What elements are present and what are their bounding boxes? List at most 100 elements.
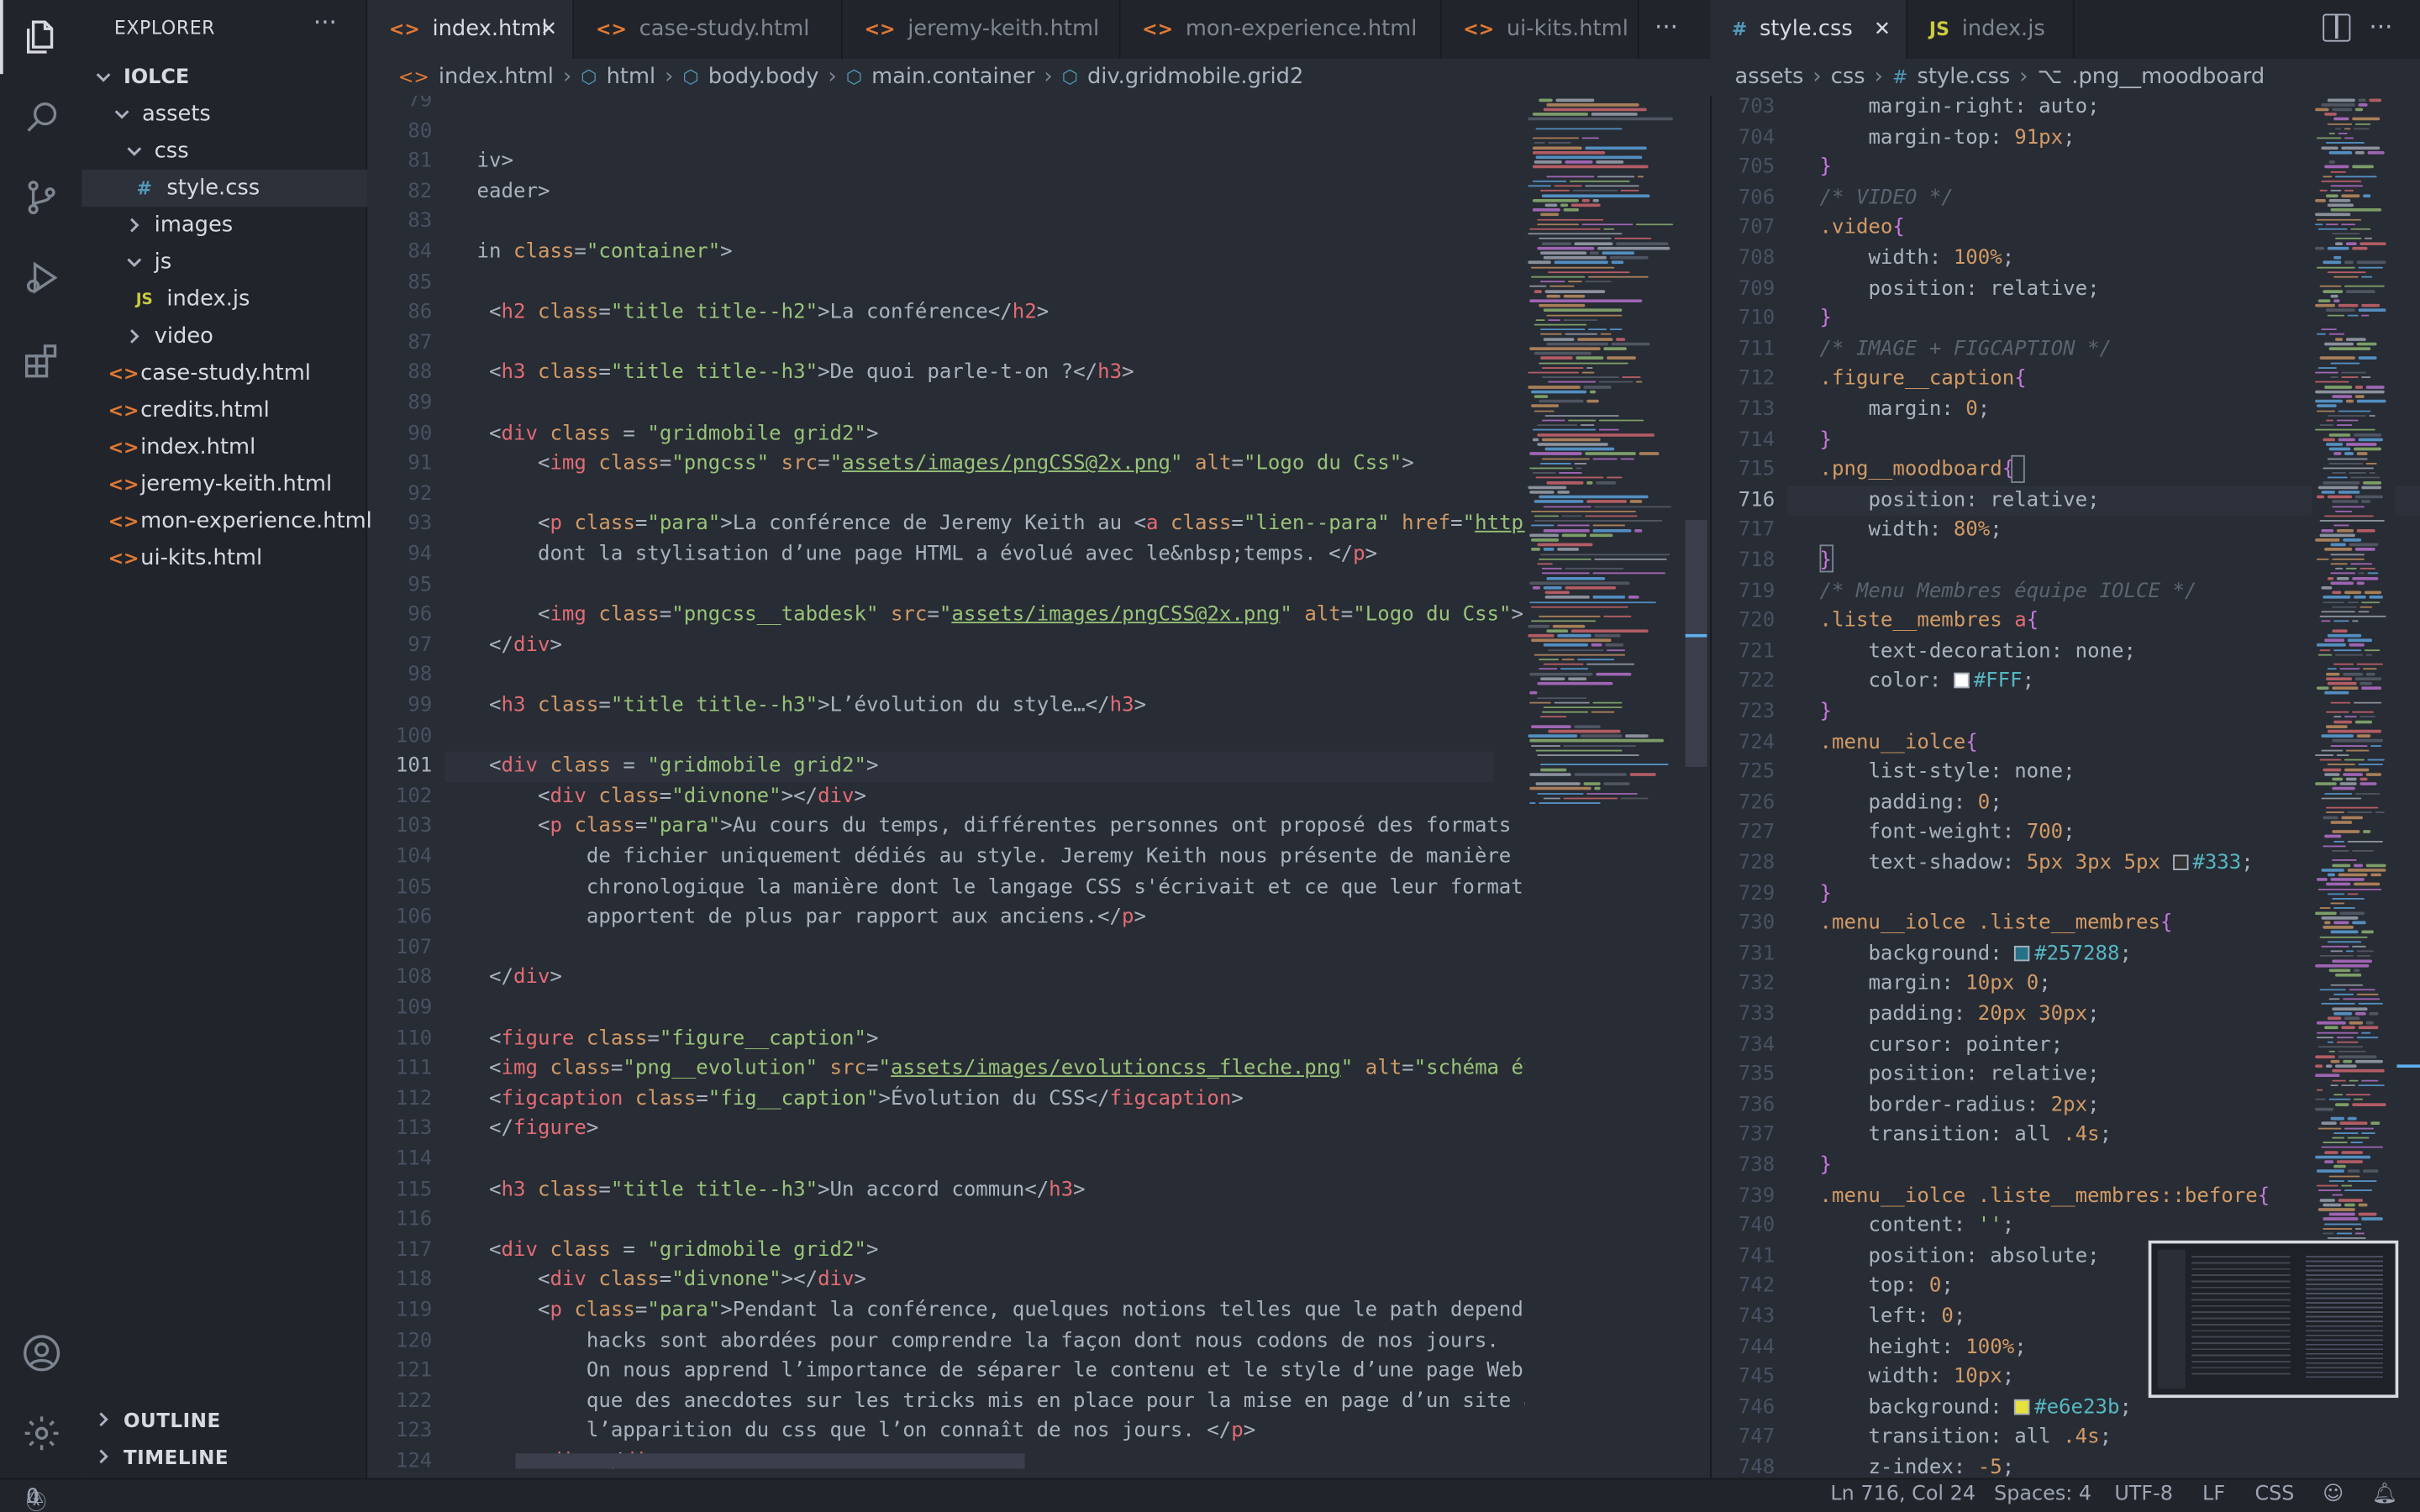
code-line[interactable]: color: #FFF;: [1820, 667, 2034, 697]
tree-item-js[interactable]: js: [82, 244, 367, 281]
code-line[interactable]: </div>: [477, 631, 562, 661]
code-line[interactable]: .menu__iolce .liste__membres::before{: [1820, 1181, 2270, 1211]
code-line[interactable]: On nous apprend l’importance de séparer …: [477, 1357, 1523, 1387]
tree-item-credits-html[interactable]: <> credits.html: [82, 392, 367, 429]
extensions-icon[interactable]: [0, 324, 82, 398]
breadcrumb-item[interactable]: index.html: [439, 65, 554, 89]
code-line[interactable]: /* VIDEO */: [1820, 183, 1954, 213]
tab-jeremy-keith-html[interactable]: <> jeremy-keith.html: [842, 0, 1121, 59]
tree-item-images[interactable]: images: [82, 207, 367, 244]
tree-item-jeremy-keith-html[interactable]: <> jeremy-keith.html: [82, 466, 367, 503]
more-actions-icon[interactable]: ···: [1655, 13, 1678, 42]
indentation[interactable]: Spaces: 4: [1994, 1483, 2091, 1506]
code-line[interactable]: <p class="para">Pendant la conférence, q…: [477, 1296, 1523, 1326]
code-line[interactable]: .liste__membres a{: [1820, 606, 2039, 637]
breadcrumb-item[interactable]: assets: [1734, 65, 1803, 89]
code-line[interactable]: padding: 20px 30px;: [1820, 1000, 2099, 1030]
close-icon[interactable]: ✕: [540, 18, 557, 41]
code-line[interactable]: <h3 class="title title--h3">De quoi parl…: [477, 359, 1134, 389]
feedback-icon[interactable]: ☺: [2323, 1483, 2344, 1506]
code-line[interactable]: }: [1820, 304, 1832, 334]
language-mode[interactable]: CSS: [2254, 1483, 2294, 1506]
code-line[interactable]: <figcaption class="fig__caption">Évoluti…: [477, 1084, 1244, 1115]
code-line[interactable]: background: #e6e23b;: [1820, 1393, 2132, 1423]
tab-mon-experience-html[interactable]: <> mon-experience.html: [1120, 0, 1442, 59]
code-line[interactable]: <div class = "gridmobile grid2">: [477, 419, 878, 449]
code-line[interactable]: <p class="para">La conférence de Jeremy …: [477, 510, 1536, 540]
scrollbar-html[interactable]: [1685, 519, 1707, 767]
code-line[interactable]: }: [1820, 1151, 1832, 1181]
tree-item-css[interactable]: css: [82, 133, 367, 170]
code-line[interactable]: /* Menu Membres équipe IOLCE */: [1820, 576, 2197, 606]
timeline-section[interactable]: TIMELINE: [82, 1438, 367, 1475]
explorer-root-folder[interactable]: IOLCE: [82, 59, 367, 96]
code-line[interactable]: position: relative;: [1820, 274, 2099, 304]
notifications-icon[interactable]: 🔔︎: [2372, 1483, 2397, 1506]
code-line[interactable]: iv>: [477, 147, 513, 177]
files-icon[interactable]: [0, 0, 82, 75]
code-line[interactable]: cursor: pointer;: [1820, 1030, 2063, 1060]
code-line[interactable]: <figure class="figure__caption">: [477, 1024, 878, 1054]
code-line[interactable]: <img class="pngcss" src="assets/images/p…: [477, 449, 1414, 480]
code-line[interactable]: left: 0;: [1820, 1302, 1965, 1332]
breadcrumb-item[interactable]: div.gridmobile.grid2: [1087, 65, 1303, 89]
breadcrumb-item[interactable]: html: [607, 65, 656, 89]
minimap-html[interactable]: [1524, 95, 1686, 1478]
code-line[interactable]: </figure>: [477, 1115, 598, 1145]
code-line[interactable]: /* IMAGE + FIGCAPTION */: [1820, 334, 2112, 365]
code-line[interactable]: z-index: -5;: [1820, 1453, 2014, 1478]
code-line[interactable]: position: relative;: [1820, 486, 2099, 516]
code-line[interactable]: margin-top: 91px;: [1820, 123, 2075, 153]
code-line[interactable]: top: 0;: [1820, 1272, 1953, 1302]
code-line[interactable]: position: absolute;: [1820, 1242, 2099, 1272]
code-line[interactable]: <h3 class="title title--h3">Un accord co…: [477, 1175, 1086, 1205]
code-line[interactable]: margin-right: auto;: [1820, 96, 2099, 123]
code-line[interactable]: }: [1820, 879, 1832, 909]
code-line[interactable]: border-radius: 2px;: [1820, 1090, 2099, 1121]
code-line[interactable]: position: relative;: [1820, 1060, 2099, 1090]
settings-gear-icon[interactable]: [0, 1396, 82, 1470]
code-line[interactable]: padding: 0;: [1820, 788, 2002, 818]
code-line[interactable]: <div class = "gridmobile grid2">: [477, 752, 878, 782]
breadcrumb-item[interactable]: .png__moodboard: [2071, 65, 2265, 89]
code-line[interactable]: <img class="png__evolution" src="assets/…: [477, 1054, 1535, 1084]
code-line[interactable]: transition: all .4s;: [1820, 1423, 2112, 1453]
breadcrumb-item[interactable]: body.body: [708, 65, 819, 89]
code-line[interactable]: }: [1820, 425, 1832, 455]
code-line[interactable]: eader>: [477, 177, 550, 207]
tree-item-ui-kits-html[interactable]: <> ui-kits.html: [82, 540, 367, 577]
code-line[interactable]: <div class="divnone"></div>: [477, 1266, 866, 1296]
tree-item-mon-experience-html[interactable]: <> mon-experience.html: [82, 503, 372, 540]
run-debug-icon[interactable]: [0, 241, 82, 315]
cursor-position[interactable]: Ln 716, Col 24: [1830, 1483, 1975, 1506]
tree-item-video[interactable]: video: [82, 318, 367, 354]
code-line[interactable]: dont la stylisation d’une page HTML a év…: [477, 540, 1377, 570]
code-line[interactable]: <h3 class="title title--h3">L’évolution …: [477, 691, 1146, 722]
code-line[interactable]: hacks sont abordées pour comprendre la f…: [477, 1326, 1499, 1357]
code-line[interactable]: l’apparition du css que l’on connaît de …: [477, 1417, 1255, 1447]
tree-item-case-study-html[interactable]: <> case-study.html: [82, 354, 367, 391]
tree-item-assets[interactable]: assets: [82, 96, 367, 133]
code-line[interactable]: <p class="para">Au cours du temps, diffé…: [477, 812, 1511, 843]
code-line[interactable]: font-weight: 700;: [1820, 818, 2075, 848]
source-control-icon[interactable]: [0, 160, 82, 234]
breadcrumb-item[interactable]: main.container: [871, 65, 1034, 89]
code-line[interactable]: <div class = "gridmobile grid2">: [477, 1236, 878, 1266]
outline-section[interactable]: OUTLINE: [82, 1401, 367, 1438]
code-line[interactable]: que des anecdotes sur les tricks mis en …: [477, 1387, 1535, 1417]
code-line[interactable]: .figure__caption{: [1820, 365, 2027, 395]
code-line[interactable]: text-shadow: 5px 3px 5px #333;: [1820, 848, 2253, 879]
close-icon[interactable]: ✕: [1874, 18, 1891, 41]
code-line[interactable]: }: [1820, 153, 1832, 183]
tab-case-study-html[interactable]: <> case-study.html: [574, 0, 843, 59]
code-line[interactable]: height: 100%;: [1820, 1332, 2026, 1362]
breadcrumb-item[interactable]: css: [1831, 65, 1865, 89]
code-line[interactable]: width: 10px;: [1820, 1362, 2014, 1393]
encoding[interactable]: UTF-8: [2114, 1483, 2173, 1506]
tree-item-style-css[interactable]: # style.css: [82, 170, 368, 207]
code-line[interactable]: background: #257288;: [1820, 939, 2132, 969]
code-line[interactable]: margin: 10px 0;: [1820, 969, 2050, 1000]
code-line[interactable]: in class="container">: [477, 238, 733, 268]
code-line[interactable]: width: 100%;: [1820, 244, 2014, 274]
tab-index-js[interactable]: JS index.js: [1907, 0, 2075, 59]
